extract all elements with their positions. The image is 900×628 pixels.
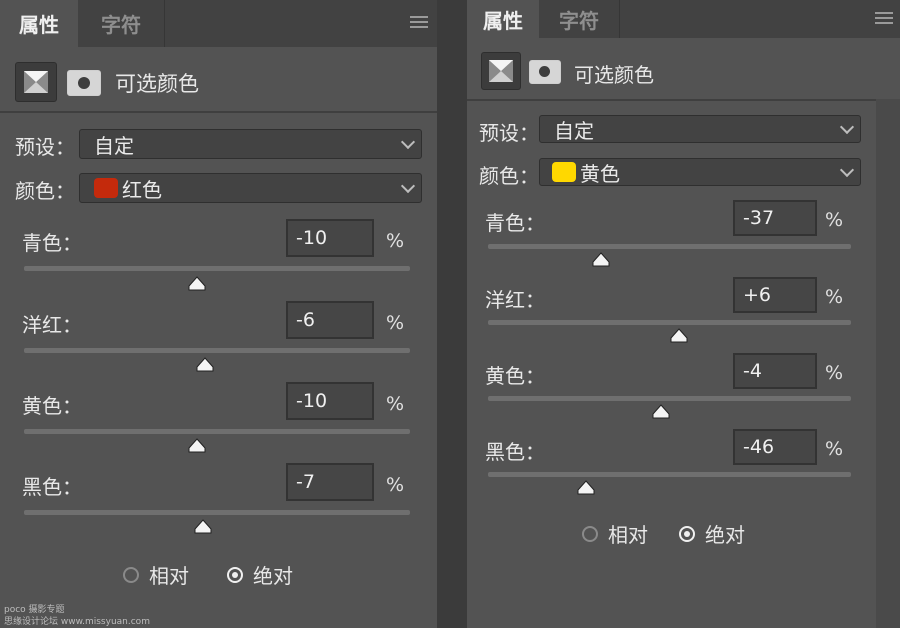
adjustment-layer-icon[interactable] bbox=[15, 62, 57, 102]
adjustment-layer-icon[interactable] bbox=[481, 52, 521, 90]
preset-dropdown[interactable]: 自定 bbox=[79, 129, 422, 159]
color-label: 颜色： bbox=[15, 179, 75, 203]
black-value-field[interactable]: -7 bbox=[286, 463, 374, 501]
black-label: 黑色： bbox=[22, 475, 82, 499]
panel-title: 可选颜色 bbox=[115, 72, 199, 96]
chevron-down-icon bbox=[400, 178, 416, 194]
black-slider-track[interactable] bbox=[24, 510, 410, 515]
cyan-percent: % bbox=[825, 209, 844, 231]
method-absolute-label: 绝对 bbox=[705, 523, 745, 547]
magenta-label: 洋红： bbox=[485, 288, 545, 312]
panel-menu-icon[interactable] bbox=[875, 12, 893, 24]
black-label: 黑色： bbox=[485, 440, 545, 464]
chevron-down-icon bbox=[839, 162, 855, 178]
method-absolute-label: 绝对 bbox=[253, 564, 293, 588]
magenta-slider-thumb[interactable] bbox=[670, 328, 688, 343]
yellow-label: 黄色： bbox=[22, 394, 82, 418]
chevron-down-icon bbox=[839, 119, 855, 135]
black-percent: % bbox=[386, 474, 405, 496]
properties-panel-left: 属性 字符 可选颜色 预设： 自定 颜色： 红色 青色： -10 % 洋红： -… bbox=[0, 0, 437, 628]
layer-mask-icon[interactable] bbox=[529, 60, 561, 84]
tab-bar: 属性 字符 bbox=[467, 0, 900, 38]
yellow-slider-track[interactable] bbox=[24, 429, 410, 434]
tab-bar: 属性 字符 bbox=[0, 0, 437, 47]
magenta-slider-track[interactable] bbox=[488, 320, 851, 325]
method-absolute[interactable]: 绝对 bbox=[679, 519, 745, 548]
tab-character[interactable]: 字符 bbox=[539, 0, 620, 38]
method-relative[interactable]: 相对 bbox=[123, 560, 189, 589]
cyan-value-field[interactable]: -37 bbox=[733, 200, 817, 236]
black-percent: % bbox=[825, 438, 844, 460]
layer-mask-icon[interactable] bbox=[67, 70, 101, 96]
radio-relative[interactable] bbox=[123, 566, 139, 583]
radio-absolute[interactable] bbox=[227, 566, 243, 583]
color-label: 颜色： bbox=[479, 164, 539, 188]
color-value: 黄色 bbox=[580, 161, 620, 186]
cyan-value-field[interactable]: -10 bbox=[286, 219, 374, 257]
method-absolute[interactable]: 绝对 bbox=[227, 560, 293, 589]
yellow-percent: % bbox=[825, 362, 844, 384]
magenta-value-field[interactable]: +6 bbox=[733, 277, 817, 313]
tab-character[interactable]: 字符 bbox=[78, 0, 165, 47]
color-dropdown[interactable]: 黄色 bbox=[539, 158, 861, 186]
cyan-label: 青色： bbox=[485, 211, 545, 235]
preset-value: 自定 bbox=[94, 133, 134, 158]
black-slider-track[interactable] bbox=[488, 472, 851, 477]
tab-properties[interactable]: 属性 bbox=[467, 0, 539, 38]
panel-scrollbar[interactable] bbox=[876, 99, 900, 628]
method-relative[interactable]: 相对 bbox=[582, 519, 648, 548]
cyan-percent: % bbox=[386, 230, 405, 252]
panel-menu-icon[interactable] bbox=[410, 16, 428, 28]
panel-gap bbox=[437, 0, 467, 628]
yellow-percent: % bbox=[386, 393, 405, 415]
magenta-percent: % bbox=[386, 312, 405, 334]
yellow-slider-track[interactable] bbox=[488, 396, 851, 401]
black-value-field[interactable]: -46 bbox=[733, 429, 817, 465]
properties-panel-right: 属性 字符 可选颜色 预设： 自定 颜色： 黄色 青色： -37 % 洋红： +… bbox=[467, 0, 900, 628]
header-divider bbox=[467, 99, 900, 101]
magenta-slider-track[interactable] bbox=[24, 348, 410, 353]
method-relative-label: 相对 bbox=[608, 523, 648, 547]
yellow-label: 黄色： bbox=[485, 364, 545, 388]
yellow-value-field[interactable]: -10 bbox=[286, 382, 374, 420]
cyan-slider-track[interactable] bbox=[488, 244, 851, 249]
watermark-line2: 思缘设计论坛 www.missyuan.com bbox=[4, 617, 150, 627]
color-value: 红色 bbox=[122, 177, 162, 202]
magenta-value-field[interactable]: -6 bbox=[286, 301, 374, 339]
magenta-label: 洋红： bbox=[22, 313, 82, 337]
preset-label: 预设： bbox=[15, 135, 75, 159]
color-dropdown[interactable]: 红色 bbox=[79, 173, 422, 203]
yellow-slider-thumb[interactable] bbox=[652, 404, 670, 419]
chevron-down-icon bbox=[400, 134, 416, 150]
magenta-percent: % bbox=[825, 286, 844, 308]
preset-dropdown[interactable]: 自定 bbox=[539, 115, 861, 143]
method-relative-label: 相对 bbox=[149, 564, 189, 588]
header-divider bbox=[0, 111, 437, 113]
color-swatch bbox=[552, 162, 576, 182]
black-slider-thumb[interactable] bbox=[194, 519, 212, 534]
cyan-slider-thumb[interactable] bbox=[592, 252, 610, 267]
black-slider-thumb[interactable] bbox=[577, 480, 595, 495]
cyan-slider-track[interactable] bbox=[24, 266, 410, 271]
radio-relative[interactable] bbox=[582, 525, 598, 542]
panel-title: 可选颜色 bbox=[574, 63, 654, 87]
tab-properties[interactable]: 属性 bbox=[0, 0, 78, 47]
cyan-label: 青色： bbox=[22, 231, 82, 255]
yellow-value-field[interactable]: -4 bbox=[733, 353, 817, 389]
yellow-slider-thumb[interactable] bbox=[188, 438, 206, 453]
preset-label: 预设： bbox=[479, 121, 539, 145]
cyan-slider-thumb[interactable] bbox=[188, 276, 206, 291]
magenta-slider-thumb[interactable] bbox=[196, 357, 214, 372]
color-swatch bbox=[94, 178, 118, 198]
preset-value: 自定 bbox=[554, 118, 594, 143]
radio-absolute[interactable] bbox=[679, 525, 695, 542]
